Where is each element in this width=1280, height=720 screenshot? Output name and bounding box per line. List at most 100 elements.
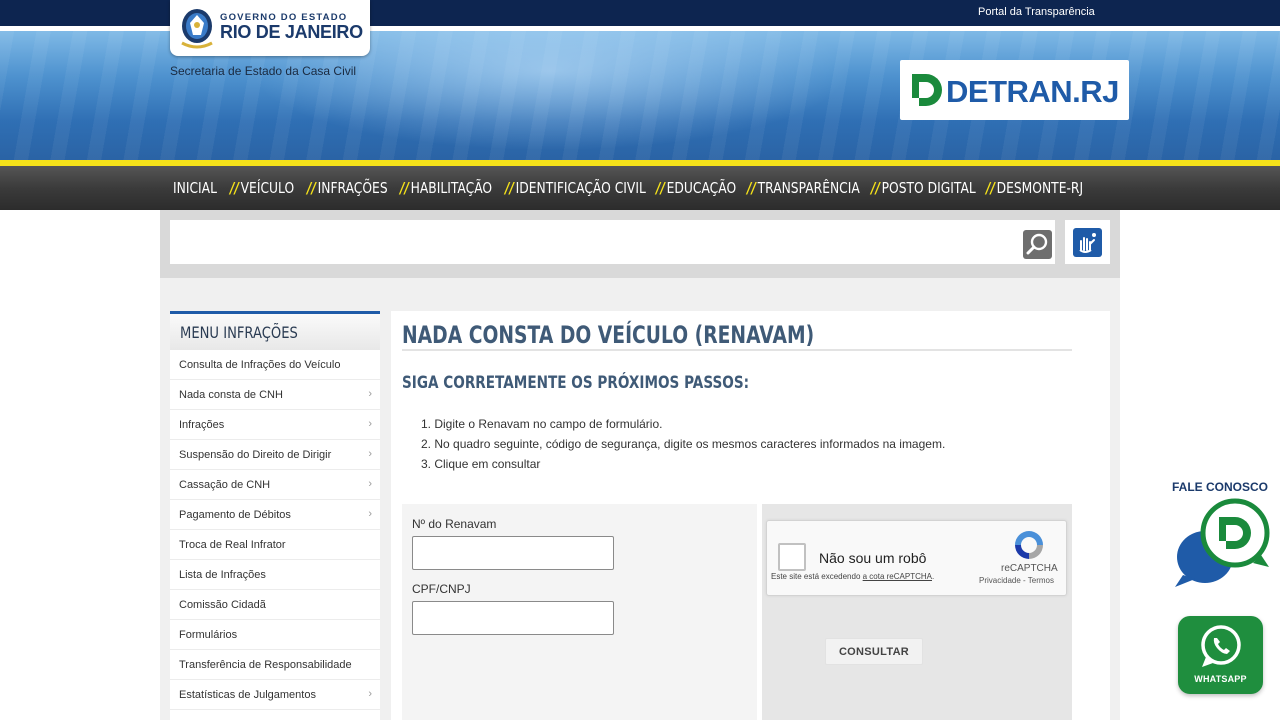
nav-item-2[interactable]: //VEÍCULO <box>230 179 295 199</box>
sidebar-item[interactable]: Troca de Real Infrator <box>170 530 380 560</box>
sidebar-item[interactable]: Estatísticas de Julgamentos › <box>170 680 380 710</box>
nav-separator: // <box>656 179 665 197</box>
sidebar-item[interactable]: Formulários <box>170 620 380 650</box>
recaptcha-warning-text: Este site está excedendo <box>771 572 863 581</box>
sidebar-item-label: Cassação de CNH <box>179 479 271 491</box>
captcha-panel: Não sou um robô reCAPTCHA Privacidade - … <box>762 504 1072 720</box>
chat-bubble-icon[interactable] <box>1173 495 1273 590</box>
chevron-right-icon: › <box>368 388 372 400</box>
nav-separator: // <box>230 179 239 197</box>
state-seal-icon <box>181 9 213 49</box>
chevron-right-icon: › <box>368 448 372 460</box>
cpf-cnpj-input[interactable] <box>412 601 614 635</box>
detran-rj-logo[interactable]: DETRAN.RJ <box>900 60 1129 120</box>
whatsapp-button[interactable]: WHATSAPP <box>1178 616 1263 694</box>
renavam-input[interactable] <box>412 536 614 570</box>
whatsapp-icon <box>1201 625 1241 667</box>
sidebar-item-label: Estatísticas de Julgamentos <box>179 689 316 701</box>
nav-item-label: EDUCAÇÃO <box>666 179 737 197</box>
sidebar-item-label: Lista de Infrações <box>179 569 266 581</box>
nav-item-6[interactable]: //EDUCAÇÃO <box>656 179 736 199</box>
nav-item-1[interactable]: INICIAL <box>173 179 220 199</box>
nav-item-label: INICIAL <box>173 179 217 197</box>
sidebar-list: Consulta de Infrações do Veículo Nada con… <box>170 350 380 710</box>
sidebar-item-label: Infrações <box>179 419 225 431</box>
nav-separator: // <box>986 179 995 197</box>
main-panel: NADA CONSTA DO VEÍCULO (RENAVAM) SIGA CO… <box>391 311 1110 720</box>
recaptcha-widget: Não sou um robô reCAPTCHA Privacidade - … <box>766 520 1067 596</box>
nav-item-label: IDENTIFICAÇÃO CIVIL <box>515 179 646 197</box>
accessibility-hands-icon <box>1079 233 1096 253</box>
nav-item-label: INFRAÇÕES <box>317 179 388 197</box>
recaptcha-warning-end: . <box>931 572 935 581</box>
sidebar-item-label: Pagamento de Débitos <box>179 509 291 521</box>
consultar-button[interactable]: CONSULTAR <box>825 638 923 665</box>
chevron-right-icon: › <box>368 478 372 490</box>
sidebar-item[interactable]: Comissão Cidadã <box>170 590 380 620</box>
whatsapp-label: WHATSAPP <box>1194 674 1247 684</box>
page-title: NADA CONSTA DO VEÍCULO (RENAVAM) <box>402 321 815 349</box>
renavam-label: Nº do Renavam <box>412 517 497 531</box>
recaptcha-brand: reCAPTCHA <box>1001 563 1058 574</box>
chevron-right-icon: › <box>368 418 372 430</box>
sidebar-item-label: Formulários <box>179 629 238 641</box>
nav-item-9[interactable]: //DESMONTE-RJ <box>986 179 1083 199</box>
sidebar-item[interactable]: Suspensão do Direito de Dirigir › <box>170 440 380 470</box>
sidebar-item[interactable]: Pagamento de Débitos › <box>170 500 380 530</box>
recaptcha-quota-link[interactable]: a cota reCAPTCHA <box>863 572 932 581</box>
secretaria-label: Secretaria de Estado da Casa Civil <box>170 64 357 78</box>
recaptcha-label: Não sou um robô <box>819 550 927 566</box>
sidebar-item-label: Comissão Cidadã <box>179 599 266 611</box>
sidebar-item-label: Suspensão do Direito de Dirigir <box>179 449 332 461</box>
recaptcha-privacy-terms[interactable]: Privacidade - Termos <box>979 576 1054 585</box>
title-divider <box>402 349 1072 351</box>
sidebar-header: MENU INFRAÇÕES <box>170 311 380 350</box>
search-icon <box>1026 233 1048 255</box>
sidebar-item-label: Troca de Real Infrator <box>179 539 286 551</box>
recaptcha-icon <box>1015 531 1043 559</box>
nav-separator: // <box>307 179 316 197</box>
detran-logo-icon <box>912 74 942 106</box>
nav-item-4[interactable]: //HABILITAÇÃO <box>400 179 492 199</box>
gov-rj-logo[interactable]: GOVERNO DO ESTADO RIO DE JANEIRO <box>170 0 370 56</box>
nav-item-label: VEÍCULO <box>240 179 295 197</box>
nav-separator: // <box>871 179 880 197</box>
steps-list: 1. Digite o Renavam no campo de formulár… <box>421 417 945 477</box>
steps-title: SIGA CORRETAMENTE OS PRÓXIMOS PASSOS: <box>402 373 750 393</box>
nav-item-3[interactable]: //INFRAÇÕES <box>307 179 388 199</box>
nav-item-7[interactable]: //TRANSPARÊNCIA <box>747 179 860 199</box>
step-item: 2. No quadro seguinte, código de seguran… <box>421 437 946 451</box>
portal-transparencia-link[interactable]: Portal da Transparência <box>978 6 1095 18</box>
sidebar-item[interactable]: Transferência de Responsabilidade <box>170 650 380 680</box>
detran-logo-text: DETRAN.RJ <box>946 74 1119 109</box>
sidebar-menu: MENU INFRAÇÕES Consulta de Infrações do … <box>170 311 380 720</box>
search-button[interactable] <box>1023 230 1052 259</box>
fale-conosco-label: FALE CONOSCO <box>1172 480 1269 494</box>
recaptcha-checkbox[interactable] <box>778 543 806 571</box>
nav-item-5[interactable]: //IDENTIFICAÇÃO CIVIL <box>505 179 646 199</box>
sidebar-item[interactable]: Consulta de Infrações do Veículo <box>170 350 380 380</box>
nav-separator: // <box>400 179 409 197</box>
sidebar-item[interactable]: Infrações › <box>170 410 380 440</box>
main-nav: INICIAL//VEÍCULO//INFRAÇÕES//HABILITAÇÃO… <box>0 166 1280 210</box>
gov-logo-line2: RIO DE JANEIRO <box>220 22 363 42</box>
renavam-form: Nº do Renavam CPF/CNPJ <box>402 504 757 720</box>
sidebar-item[interactable]: Cassação de CNH › <box>170 470 380 500</box>
search-input[interactable] <box>178 228 1018 256</box>
nav-item-8[interactable]: //POSTO DIGITAL <box>871 179 976 199</box>
cpf-cnpj-label: CPF/CNPJ <box>412 582 471 596</box>
sidebar-item[interactable]: Lista de Infrações <box>170 560 380 590</box>
nav-item-label: DESMONTE-RJ <box>996 179 1084 197</box>
nav-separator: // <box>505 179 514 197</box>
sidebar-item[interactable]: Nada consta de CNH › <box>170 380 380 410</box>
accessibility-box <box>1065 220 1110 264</box>
nav-separator: // <box>747 179 756 197</box>
sidebar-item-label: Transferência de Responsabilidade <box>179 659 352 671</box>
search-area <box>160 210 1120 278</box>
step-item: 1. Digite o Renavam no campo de formulár… <box>421 417 663 431</box>
main-nav-list: INICIAL//VEÍCULO//INFRAÇÕES//HABILITAÇÃO… <box>173 179 1083 199</box>
sidebar-item-label: Nada consta de CNH <box>179 389 283 401</box>
accessibility-button[interactable] <box>1073 228 1102 257</box>
nav-item-label: POSTO DIGITAL <box>881 179 976 197</box>
search-box <box>170 220 1055 264</box>
